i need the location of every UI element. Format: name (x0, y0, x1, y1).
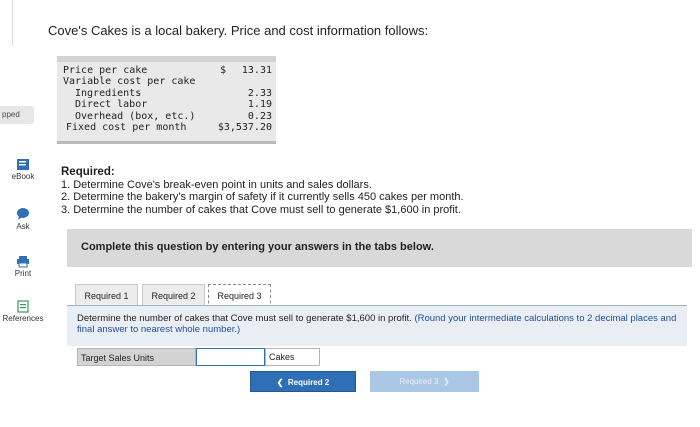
references-icon (17, 300, 29, 313)
sidebar-item-label: Print (14, 269, 32, 278)
book-icon (17, 159, 29, 170)
sidebar-item-ask[interactable]: Ask (0, 207, 46, 231)
cost-row-fixed: Fixed cost per month $3,537.20 (57, 122, 276, 133)
next-button-label: Required 3 (399, 377, 439, 386)
cakes-unit-label: Cakes (265, 348, 320, 366)
sidebar-item-label: Ask (16, 222, 30, 231)
required-item: 1. Determine Cove's break-even point in … (61, 178, 372, 191)
cost-value: 13.31 (241, 65, 272, 76)
sidebar-item-references[interactable]: References (0, 300, 46, 323)
cost-row-ingredients: Ingredients 2.33 (57, 88, 276, 99)
instructions-text: Complete this question by entering your … (81, 241, 434, 253)
cost-value: 2.33 (247, 87, 272, 99)
sidebar-item-ebook[interactable]: eBook (0, 158, 46, 181)
prev-required-button[interactable]: ❮ Required 2 (250, 371, 356, 392)
cost-value: $3,537.20 (217, 122, 272, 133)
question-main: Determine the number of cakes that Cove … (77, 313, 412, 324)
target-sales-units-input[interactable] (196, 348, 265, 366)
cost-label: Fixed cost per month (66, 122, 187, 133)
sidebar-item-print[interactable]: Print (0, 255, 46, 278)
sidebar-item-label: eBook (11, 172, 35, 181)
cost-label: Price per cake (63, 65, 148, 76)
instructions-bar: Complete this question by entering your … (67, 229, 692, 267)
cost-value: 1.19 (247, 99, 272, 110)
required-heading: Required: (61, 166, 115, 178)
required-item: 3. Determine the number of cakes that Co… (61, 203, 461, 216)
cost-label: Ingredients (75, 87, 142, 99)
cost-table: Price per cake $ 13.31 Variable cost per… (57, 56, 276, 144)
chevron-right-icon: ❯ (440, 377, 450, 386)
printer-icon (17, 256, 29, 268)
required-item: 2. Determine the bakery's margin of safe… (61, 191, 464, 204)
tab-required-2[interactable]: Required 2 (142, 284, 205, 306)
cost-label: Overhead (box, etc.) (75, 110, 196, 122)
sidebar: pped eBook Ask Print References (0, 0, 46, 427)
question-text: Determine the number of cakes that Cove … (77, 313, 677, 335)
cost-row-price: Price per cake $ 13.31 (57, 65, 276, 76)
chevron-left-icon: ❮ (276, 378, 286, 387)
question-panel: Determine the number of cakes that Cove … (67, 305, 687, 346)
dollar-sign: $ (220, 65, 227, 76)
sidebar-item-label: References (2, 314, 44, 323)
tab-required-1[interactable]: Required 1 (75, 284, 138, 306)
cost-row-direct-labor: Direct labor 1.19 (57, 99, 276, 110)
required-section: Required: 1. Determine Cove's break-even… (61, 166, 464, 216)
target-sales-units-label: Target Sales Units (77, 348, 196, 366)
dropped-tab[interactable]: pped (0, 106, 34, 124)
prev-button-label: Required 2 (287, 378, 330, 387)
next-required-button[interactable]: Required 3 ❯ (370, 371, 479, 392)
cost-row-variable-header: Variable cost per cake (57, 76, 276, 87)
chat-bubble-icon (17, 208, 29, 220)
cost-label: Variable cost per cake (63, 76, 196, 87)
cost-value: 0.23 (247, 110, 272, 122)
cost-label: Direct labor (75, 99, 148, 110)
cost-row-overhead: Overhead (box, etc.) 0.23 (57, 111, 276, 122)
problem-intro: Cove's Cakes is a local bakery. Price an… (48, 23, 429, 38)
